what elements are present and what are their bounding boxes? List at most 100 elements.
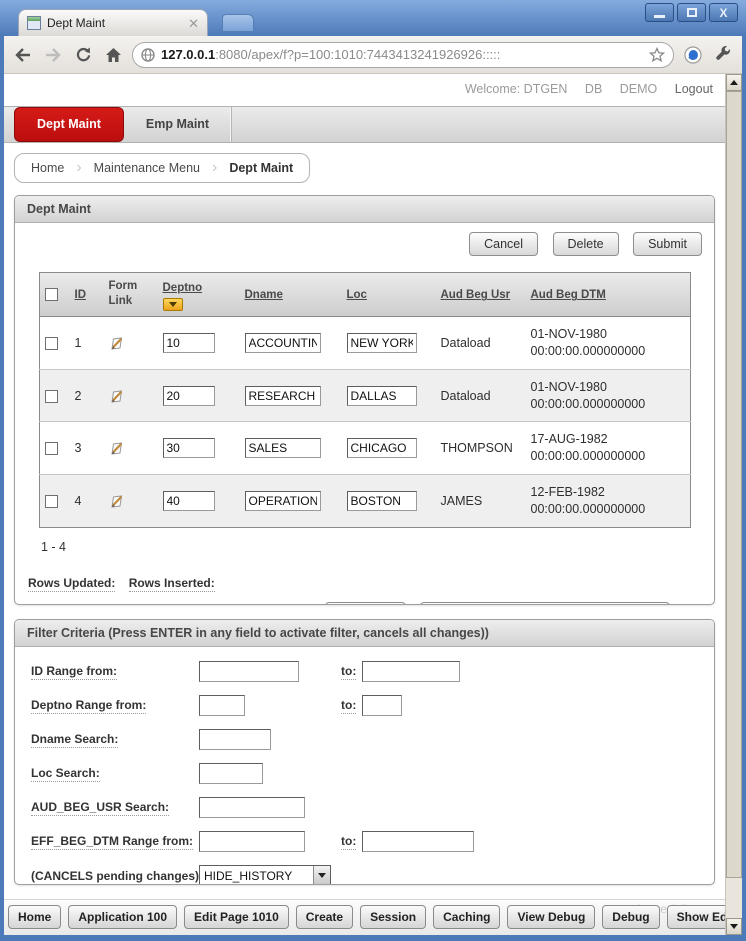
extension-icon[interactable] bbox=[682, 44, 704, 66]
loc-search-input[interactable] bbox=[199, 762, 263, 784]
favicon-icon bbox=[27, 16, 41, 30]
edit-pencil-icon[interactable] bbox=[109, 388, 153, 404]
filter-criteria-region: Filter Criteria (Press ENTER in any fiel… bbox=[14, 618, 715, 885]
submit-button[interactable]: Submit bbox=[633, 231, 702, 256]
dname-input[interactable] bbox=[244, 491, 321, 512]
tab-dept-maint[interactable]: Dept Maint bbox=[14, 107, 124, 142]
table-row: 3 THOMPSON 17-AUG-198200:00:00.000000000 bbox=[39, 421, 691, 476]
developer-toolbar: release 1.0 Home Application 100 Edit Pa… bbox=[4, 899, 725, 935]
filter-row-eff-beg-dtm: EFF_BEG_DTM Range from: to: bbox=[31, 830, 702, 852]
column-header-dname[interactable]: Dname bbox=[245, 288, 283, 303]
loc-input[interactable] bbox=[346, 438, 417, 459]
browser-toolbar: 127.0.0.1:8080/apex/f?p=100:1010:7443413… bbox=[4, 36, 742, 74]
dev-create-button[interactable]: Create bbox=[295, 905, 354, 929]
dev-edit-page-button[interactable]: Edit Page 1010 bbox=[184, 905, 289, 929]
edit-pencil-icon[interactable] bbox=[109, 493, 153, 509]
column-header-deptno[interactable]: Deptno bbox=[163, 281, 203, 296]
maximize-button[interactable] bbox=[677, 3, 706, 22]
deptno-input[interactable] bbox=[162, 491, 215, 512]
dname-search-label: Dname Search: bbox=[31, 732, 119, 749]
aud-beg-dtm-value: 01-NOV-1980 00:00:00.000000000 bbox=[525, 316, 691, 370]
deptno-range-to-input[interactable] bbox=[362, 694, 403, 716]
url-bar[interactable]: 127.0.0.1:8080/apex/f?p=100:1010:7443413… bbox=[132, 41, 674, 68]
close-button[interactable]: X bbox=[709, 3, 738, 22]
wrench-icon[interactable] bbox=[712, 44, 734, 66]
browser-tab[interactable]: Dept Maint ✕ bbox=[18, 9, 208, 36]
breadcrumb-home[interactable]: Home bbox=[31, 161, 64, 175]
sort-desc-icon[interactable] bbox=[162, 297, 183, 311]
cancel-create-new-row-button[interactable]: Cancel and Create New Row with Form bbox=[420, 601, 670, 604]
row-checkbox[interactable] bbox=[45, 442, 58, 456]
dev-show-edit-links-button[interactable]: Show Edit Links bbox=[666, 905, 725, 929]
filter-row-aud-beg-usr: AUD_BEG_USR Search: bbox=[31, 796, 702, 818]
dev-view-debug-button[interactable]: View Debug bbox=[507, 905, 596, 929]
row-checkbox[interactable] bbox=[45, 336, 58, 350]
new-tab-button[interactable] bbox=[222, 14, 254, 32]
dev-session-button[interactable]: Session bbox=[360, 905, 427, 929]
dname-input[interactable] bbox=[244, 438, 321, 459]
scrollbar-thumb[interactable] bbox=[726, 91, 742, 878]
scroll-up-icon[interactable] bbox=[726, 74, 742, 91]
id-range-from-input[interactable] bbox=[199, 660, 299, 682]
tab-close-icon[interactable]: ✕ bbox=[188, 17, 199, 30]
back-icon[interactable] bbox=[12, 44, 34, 66]
row-checkbox[interactable] bbox=[45, 389, 58, 403]
apex-page: Welcome: DTGEN DB DEMO Logout Dept Maint… bbox=[4, 74, 725, 935]
id-range-to-input[interactable] bbox=[362, 660, 461, 682]
deptno-input[interactable] bbox=[162, 438, 215, 459]
aud-beg-usr-value: Dataload bbox=[435, 369, 526, 423]
schema-link[interactable]: DEMO bbox=[620, 82, 658, 96]
edit-pencil-icon[interactable] bbox=[109, 440, 153, 456]
dev-application-button[interactable]: Application 100 bbox=[68, 905, 178, 929]
dname-input[interactable] bbox=[244, 385, 321, 406]
column-header-aud-beg-dtm[interactable]: Aud Beg DTM bbox=[531, 288, 606, 303]
dev-home-button[interactable]: Home bbox=[8, 905, 62, 929]
column-header-form-link: Form Link bbox=[108, 280, 138, 308]
dev-debug-button[interactable]: Debug bbox=[602, 905, 660, 929]
loc-search-label: Loc Search: bbox=[31, 766, 100, 783]
breadcrumb-maintenance-menu[interactable]: Maintenance Menu bbox=[94, 161, 200, 175]
deptno-input[interactable] bbox=[162, 332, 215, 353]
vertical-scrollbar[interactable] bbox=[725, 74, 742, 935]
row-id: 2 bbox=[69, 369, 104, 423]
cancel-button[interactable]: Cancel bbox=[469, 231, 539, 256]
dname-search-input[interactable] bbox=[199, 728, 271, 750]
deptno-input[interactable] bbox=[162, 385, 215, 406]
scroll-down-icon[interactable] bbox=[726, 918, 742, 935]
reload-icon[interactable] bbox=[72, 44, 94, 66]
edit-pencil-icon[interactable] bbox=[109, 335, 153, 351]
rows-updated-label: Rows Updated: bbox=[28, 575, 116, 592]
scrollbar-track[interactable] bbox=[726, 878, 742, 918]
db-link[interactable]: DB bbox=[585, 82, 602, 96]
minimize-button[interactable] bbox=[645, 3, 674, 22]
select-dropdown-icon[interactable] bbox=[313, 865, 330, 884]
dev-caching-button[interactable]: Caching bbox=[433, 905, 501, 929]
forward-icon[interactable] bbox=[42, 44, 64, 66]
column-header-loc[interactable]: Loc bbox=[347, 288, 367, 303]
column-header-id[interactable]: ID bbox=[75, 288, 87, 303]
cancels-pending-label: (CANCELS pending changes) bbox=[31, 868, 200, 884]
aud-beg-usr-search-input[interactable] bbox=[199, 796, 305, 818]
deptno-range-from-input[interactable] bbox=[199, 694, 245, 716]
delete-button[interactable]: Delete bbox=[552, 231, 619, 256]
loc-input[interactable] bbox=[346, 385, 417, 406]
select-all-checkbox[interactable] bbox=[45, 287, 58, 301]
app-tab-bar: Dept Maint Emp Maint bbox=[4, 106, 725, 143]
row-checkbox[interactable] bbox=[45, 495, 58, 509]
add-row-button[interactable]: Add Row bbox=[325, 601, 407, 604]
dept-table: ID Form Link Deptno Dname Loc Aud Beg Us… bbox=[39, 271, 691, 528]
window-controls: X bbox=[645, 3, 738, 22]
eff-beg-dtm-to-input[interactable] bbox=[362, 830, 475, 852]
aud-beg-dtm-value: 12-FEB-1982 00:00:00.000000000 bbox=[525, 474, 691, 528]
bookmark-star-icon[interactable] bbox=[649, 46, 665, 63]
home-icon[interactable] bbox=[102, 44, 124, 66]
history-select[interactable]: HIDE_HISTORY bbox=[199, 864, 331, 884]
eff-beg-dtm-from-input[interactable] bbox=[199, 830, 305, 852]
dname-input[interactable] bbox=[244, 332, 321, 353]
rows-inserted-label: Rows Inserted: bbox=[128, 575, 215, 592]
column-header-aud-beg-usr[interactable]: Aud Beg Usr bbox=[441, 288, 511, 303]
loc-input[interactable] bbox=[346, 332, 417, 353]
logout-link[interactable]: Logout bbox=[675, 82, 713, 96]
tab-emp-maint[interactable]: Emp Maint bbox=[124, 107, 233, 142]
loc-input[interactable] bbox=[346, 491, 417, 512]
